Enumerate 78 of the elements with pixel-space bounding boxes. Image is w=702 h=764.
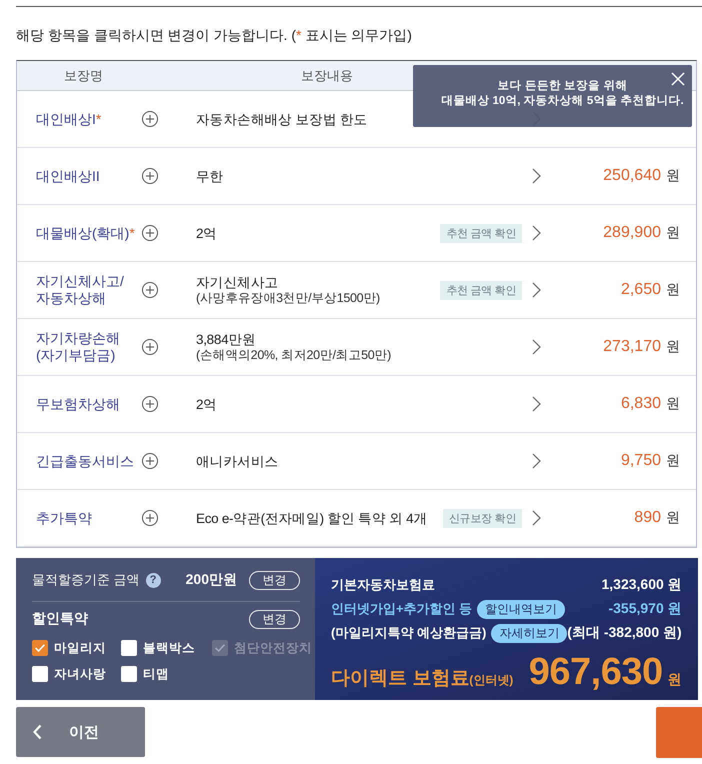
checkbox-label[interactable]: 블랙박스 [143,640,195,656]
chevron-right-icon[interactable] [532,453,541,469]
coverage-detail: Eco e-약관(전자메일) 할인 특약 외 4개 [196,510,428,526]
instruction-text: 해당 항목을 클릭하시면 변경이 가능합니다. (* 표시는 의무가입) [16,26,412,44]
recommend-check-button[interactable]: 추천 금액 확인 [440,224,522,242]
checkbox[interactable] [32,666,48,682]
direct-premium-label: 다이렉트 보험료(인터넷) [331,667,514,691]
coverage-detail: 무한 [196,168,224,184]
coverage-note: (사망후유장애3천만/부상1500만) [196,291,380,306]
chevron-right-icon[interactable] [532,225,541,241]
coverage-detail: 자동차손해배상 보장법 한도 [196,110,368,128]
checkbox[interactable] [121,640,137,656]
coverage-name: 추가특약 [36,510,93,526]
coverage-name: 자기신체사고/ 자동차상해 [36,273,125,307]
threshold-label: 물적할증기준 금액 [32,571,140,589]
coverage-name: 대인배상II [36,168,101,184]
close-button[interactable] [671,72,685,86]
coverage-detail: 3,884만원 [196,331,256,348]
total-premium-amount: 967,630 [528,651,663,694]
coverage-note: (손해액의20%, 최저20만/최고50만) [196,348,391,363]
close-icon [671,72,685,86]
checkbox-label[interactable]: 자녀사랑 [54,666,106,682]
currency-unit: 원 [668,671,682,689]
column-header: 보장명 [63,66,104,84]
premium-amount: 9,750 원 [620,452,680,470]
summary-label: 기본자동차보험료 [331,576,435,594]
plus-circle-icon[interactable] [142,225,158,241]
plus-circle-icon[interactable] [142,282,158,298]
chevron-right-icon[interactable] [532,339,541,355]
summary-value: (최대 -382,800 원) [567,624,682,642]
checkmark-icon [35,644,45,652]
column-header: 보장내용 [300,66,354,84]
premium-amount: 289,900 원 [603,224,680,242]
summary-label: (마일리지특약 예상환급금) [331,624,486,642]
chevron-left-icon [33,724,42,740]
summary-value: -355,970 원 [608,600,682,618]
chevron-right-icon[interactable] [532,168,541,184]
plus-circle-icon[interactable] [142,510,158,526]
coverage-name: 대물배상(확대)* [36,224,136,242]
details-button[interactable]: 자세히보기 [491,624,568,642]
chevron-right-icon[interactable] [532,510,541,526]
premium-amount: 250,640 원 [603,167,680,185]
checkbox-label[interactable]: 마일리지 [54,640,106,656]
summary-value: 1,323,600 원 [601,576,682,594]
checkbox-label[interactable]: 티맵 [143,666,169,682]
back-button[interactable]: 이전 [16,707,145,757]
plus-circle-icon[interactable] [142,396,158,412]
premium-amount: 6,830 원 [620,395,680,413]
help-icon[interactable]: ? [146,572,161,588]
recommend-check-button[interactable]: 추천 금액 확인 [440,280,522,300]
chevron-right-icon[interactable] [532,396,541,412]
coverage-name: 무보험차상해 [36,396,121,412]
change-button[interactable]: 변경 [249,570,300,590]
coverage-detail: 2억 [196,396,217,412]
plus-circle-icon[interactable] [142,453,158,469]
coverage-detail: 2억 [196,224,217,242]
discount-title: 할인특약 [32,610,88,628]
plus-circle-icon[interactable] [142,111,158,127]
coverage-detail: 자기신체사고 [196,274,278,291]
coverage-detail: 애니카서비스 [196,452,278,470]
premium-amount: 890 원 [634,509,680,527]
premium-amount: 2,650 원 [620,281,680,299]
checkmark-icon [215,644,225,652]
details-button[interactable]: 할인내역보기 [477,600,566,618]
coverage-name: 긴급출동서비스 [36,452,135,470]
summary-label: 인터넷가입+추가할인 등 [331,600,472,618]
premium-amount: 273,170 원 [603,338,680,356]
tooltip-text: 보다 든든한 보장을 위해 대물배상 10억, 자동차상해 5억을 추천합니다. [440,79,685,109]
threshold-value: 200만원 [186,571,237,589]
recommend-check-button[interactable]: 신규보장 확인 [443,508,522,528]
change-button[interactable]: 변경 [249,610,300,628]
checkbox[interactable] [32,640,48,656]
chevron-right-icon[interactable] [532,282,541,298]
plus-circle-icon[interactable] [142,339,158,355]
checkbox[interactable] [121,666,137,682]
coverage-name: 대인배상I* [36,110,102,128]
plus-circle-icon[interactable] [142,168,158,184]
coverage-name: 자기차량손해 (자기부담금) [36,330,121,364]
